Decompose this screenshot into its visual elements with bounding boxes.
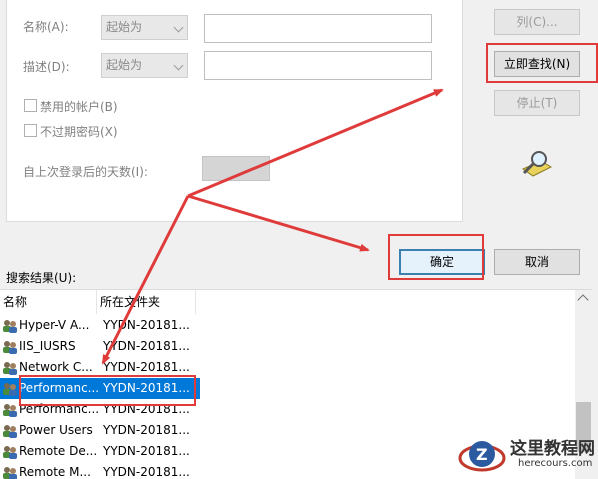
days-since-logon-select[interactable] — [202, 156, 270, 181]
user-group-icon — [2, 381, 18, 397]
user-group-icon — [2, 444, 18, 460]
days-since-logon-label: 自上次登录后的天数(I): — [23, 165, 148, 179]
svg-text:Z: Z — [476, 445, 488, 464]
row-name: Power Users — [19, 423, 93, 437]
disabled-accounts-label: 禁用的帐户(B) — [40, 100, 118, 114]
stop-button[interactable]: 停止(T) — [494, 90, 580, 116]
name-mode-select[interactable]: 起始为 — [101, 15, 188, 40]
description-input[interactable] — [204, 51, 432, 80]
row-folder: YYDN-20181... — [103, 402, 190, 416]
description-mode-value: 起始为 — [106, 58, 143, 72]
row-folder: YYDN-20181... — [103, 444, 190, 458]
watermark-url: herecours.com — [518, 458, 593, 469]
table-row[interactable]: Network C... YYDN-20181... — [0, 357, 200, 378]
row-name: Remote De... — [19, 444, 98, 458]
column-header-name[interactable]: 名称 — [0, 290, 97, 314]
non-expiring-password-checkbox[interactable] — [24, 124, 37, 137]
chevron-down-icon — [173, 22, 184, 33]
chevron-down-icon — [173, 60, 184, 71]
row-folder: YYDN-20181... — [103, 360, 190, 374]
table-row[interactable]: Remote M... YYDN-20181... — [0, 462, 200, 479]
column-header-folder[interactable]: 所在文件夹 — [97, 290, 196, 314]
user-group-icon — [2, 360, 18, 376]
query-panel: 名称(A): 起始为 描述(D): 起始为 禁用的帐户(B) 不过期密码(X) … — [6, 0, 463, 222]
row-folder: YYDN-20181... — [103, 465, 190, 479]
name-input[interactable] — [204, 14, 432, 43]
row-name: Performanc... — [19, 402, 99, 416]
columns-button[interactable]: 列(C)... — [494, 9, 580, 35]
table-row[interactable]: Hyper-V A... YYDN-20181... — [0, 315, 200, 336]
row-folder: YYDN-20181... — [103, 318, 190, 332]
row-name: IIS_IUSRS — [19, 339, 76, 353]
description-mode-select[interactable]: 起始为 — [101, 53, 188, 78]
row-folder: YYDN-20181... — [103, 381, 190, 395]
watermark-title: 这里教程网 — [510, 439, 595, 459]
table-row[interactable]: Performanc... YYDN-20181... — [0, 399, 200, 420]
name-label: 名称(A): — [23, 20, 69, 34]
table-row[interactable]: Performanc... YYDN-20181... — [0, 378, 200, 399]
user-group-icon — [2, 465, 18, 479]
table-row[interactable]: Remote De... YYDN-20181... — [0, 441, 200, 462]
user-group-icon — [2, 318, 18, 334]
user-group-icon — [2, 339, 18, 355]
scroll-up-icon[interactable] — [577, 294, 589, 306]
search-results-label: 搜索结果(U): — [6, 271, 77, 285]
table-row[interactable]: Power Users YYDN-20181... — [0, 420, 200, 441]
row-name: Hyper-V A... — [19, 318, 90, 332]
row-folder: YYDN-20181... — [103, 339, 190, 353]
search-icon — [521, 151, 553, 177]
row-folder: YYDN-20181... — [103, 423, 190, 437]
name-mode-value: 起始为 — [106, 20, 143, 34]
watermark-logo-icon: Z — [458, 441, 506, 472]
user-group-icon — [2, 402, 18, 418]
non-expiring-password-label: 不过期密码(X) — [40, 125, 118, 139]
table-row[interactable]: IIS_IUSRS YYDN-20181... — [0, 336, 200, 357]
row-name: Performanc... — [19, 381, 99, 395]
find-now-button[interactable]: 立即查找(N) — [494, 51, 580, 77]
description-label: 描述(D): — [23, 60, 70, 74]
watermark: Z 这里教程网 herecours.com — [450, 432, 598, 479]
cancel-button[interactable]: 取消 — [494, 249, 580, 275]
row-name: Remote M... — [19, 465, 91, 479]
disabled-accounts-checkbox[interactable] — [24, 99, 37, 112]
ok-button[interactable]: 确定 — [399, 249, 485, 275]
user-group-icon — [2, 423, 18, 439]
row-name: Network C... — [19, 360, 93, 374]
